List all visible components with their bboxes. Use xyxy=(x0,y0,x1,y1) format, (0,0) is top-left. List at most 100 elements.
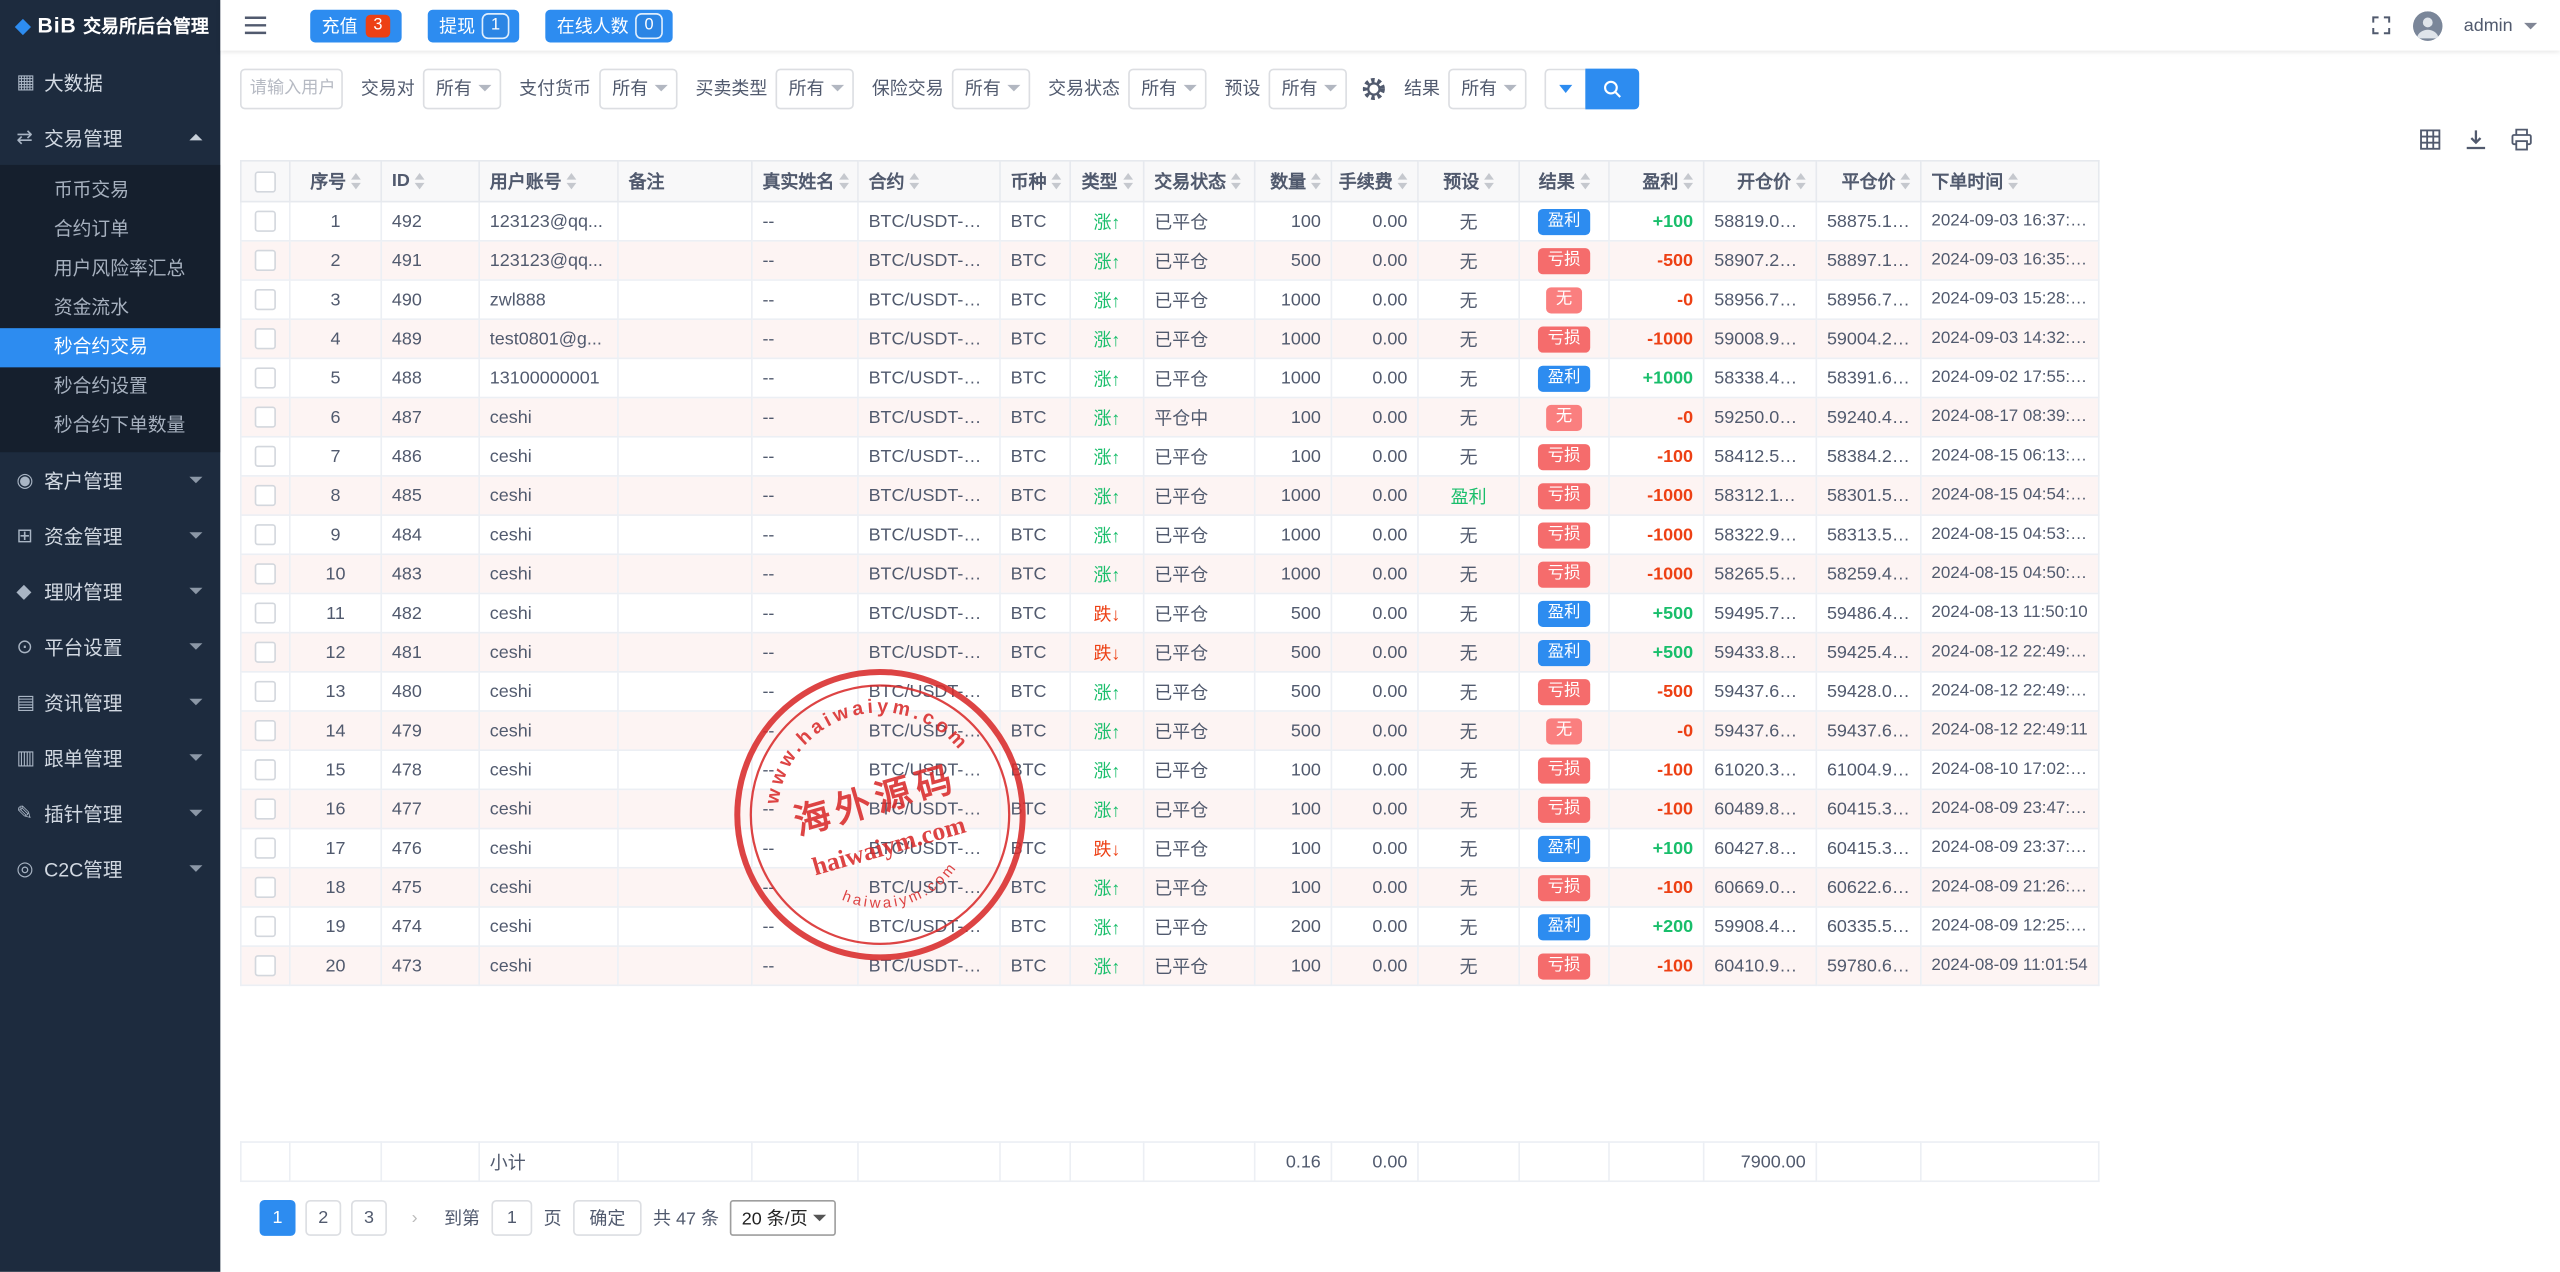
sort-icon[interactable] xyxy=(351,173,361,189)
sidebar-subitem-1[interactable]: 币币交易 xyxy=(0,171,220,210)
sidebar-subitem-4[interactable]: 资金流水 xyxy=(0,289,220,328)
row-checkbox[interactable] xyxy=(255,916,276,937)
profit-value: +500 xyxy=(1653,603,1693,623)
sidebar-item-platform[interactable]: ⊙平台设置 xyxy=(0,619,220,675)
row-checkbox[interactable] xyxy=(255,485,276,506)
sidebar-item-funds[interactable]: ⊞资金管理 xyxy=(0,508,220,564)
row-checkbox[interactable] xyxy=(255,798,276,819)
row-checkbox[interactable] xyxy=(255,407,276,428)
sort-icon[interactable] xyxy=(1311,173,1321,189)
filter-select-preset[interactable]: 所有 xyxy=(1269,68,1347,109)
sort-icon[interactable] xyxy=(567,173,577,189)
user-name[interactable]: admin xyxy=(2464,16,2513,36)
row-checkbox[interactable] xyxy=(255,877,276,898)
row-checkbox[interactable] xyxy=(255,367,276,388)
sidebar-item-customer[interactable]: ◉客户管理 xyxy=(0,452,220,508)
sidebar-subitem-3[interactable]: 用户风险率汇总 xyxy=(0,250,220,289)
select-caret-icon xyxy=(813,1215,826,1222)
row-checkbox[interactable] xyxy=(255,681,276,702)
cell-id: 485 xyxy=(381,476,479,515)
sort-icon[interactable] xyxy=(1231,173,1241,189)
sidebar-subitem-6[interactable]: 秒合约设置 xyxy=(0,367,220,406)
columns-grid-icon[interactable] xyxy=(2418,127,2442,151)
row-checkbox[interactable] xyxy=(255,720,276,741)
next-page-button[interactable]: › xyxy=(397,1200,433,1236)
hamburger-icon[interactable] xyxy=(243,15,267,36)
search-dropdown-button[interactable] xyxy=(1544,68,1585,109)
sidebar-subitem-7[interactable]: 秒合约下单数量 xyxy=(0,407,220,446)
sidebar-item-news[interactable]: ▤资讯管理 xyxy=(0,674,220,730)
cell-real: -- xyxy=(752,554,858,593)
page-size-select[interactable]: 20 条/页 xyxy=(730,1200,835,1236)
select-all-checkbox[interactable] xyxy=(255,171,276,192)
sidebar-item-trade[interactable]: ⇄交易管理 xyxy=(0,109,220,165)
filter-select-result[interactable]: 所有 xyxy=(1448,68,1526,109)
sidebar-subitem-2[interactable]: 合约订单 xyxy=(0,211,220,250)
table-row: 16477ceshi--BTC/USDT-30SBTC涨↑已平仓1000.00无… xyxy=(241,789,2099,828)
user-id-input[interactable] xyxy=(240,68,343,109)
cell-account: ceshi xyxy=(479,398,618,437)
sidebar-item-wealth[interactable]: ◆理财管理 xyxy=(0,563,220,619)
sidebar-item-c2c[interactable]: ◎C2C管理 xyxy=(0,841,220,897)
fullscreen-icon[interactable] xyxy=(2371,15,2392,36)
avatar[interactable] xyxy=(2413,11,2442,40)
user-menu-caret-icon[interactable] xyxy=(2524,22,2537,29)
page-button-2[interactable]: 2 xyxy=(305,1200,341,1236)
sort-icon[interactable] xyxy=(909,173,919,189)
filter-select-pay-currency[interactable]: 所有 xyxy=(599,68,677,109)
sort-icon[interactable] xyxy=(1122,173,1132,189)
online-users-button[interactable]: 在线人数 0 xyxy=(545,9,672,42)
sort-icon[interactable] xyxy=(839,173,849,189)
row-checkbox[interactable] xyxy=(255,759,276,780)
cell-id: 476 xyxy=(381,829,479,868)
row-checkbox[interactable] xyxy=(255,446,276,467)
row-checkbox[interactable] xyxy=(255,838,276,859)
sidebar-item-pin[interactable]: ✎插针管理 xyxy=(0,785,220,841)
column-label: 平仓价 xyxy=(1842,168,1896,194)
filter-select-trade-status[interactable]: 所有 xyxy=(1128,68,1206,109)
cell-cb xyxy=(241,672,290,711)
page-button-1[interactable]: 1 xyxy=(260,1200,296,1236)
sort-icon[interactable] xyxy=(1580,173,1590,189)
sidebar-item-big-data[interactable]: ▦大数据 xyxy=(0,54,220,110)
print-icon[interactable] xyxy=(2509,127,2533,151)
sort-icon[interactable] xyxy=(1051,173,1061,189)
row-checkbox[interactable] xyxy=(255,602,276,623)
filter-label-result: 结果 xyxy=(1404,75,1440,101)
sort-icon[interactable] xyxy=(1484,173,1494,189)
goto-page-input[interactable] xyxy=(491,1200,532,1236)
row-checkbox[interactable] xyxy=(255,563,276,584)
sort-icon[interactable] xyxy=(1398,173,1408,189)
goto-confirm-button[interactable]: 确定 xyxy=(573,1200,642,1236)
filter-select-insurance-trade[interactable]: 所有 xyxy=(952,68,1030,109)
cell-preset: 盈利 xyxy=(1418,476,1519,515)
sort-icon[interactable] xyxy=(1796,173,1806,189)
row-checkbox[interactable] xyxy=(255,524,276,545)
row-checkbox[interactable] xyxy=(255,955,276,976)
sort-icon[interactable] xyxy=(2008,173,2018,189)
search-button[interactable] xyxy=(1585,68,1639,109)
sort-icon[interactable] xyxy=(415,173,425,189)
row-checkbox[interactable] xyxy=(255,289,276,310)
cell-id: 486 xyxy=(381,437,479,476)
export-download-icon[interactable] xyxy=(2464,127,2488,151)
withdraw-button[interactable]: 提现 1 xyxy=(428,9,519,42)
page-button-3[interactable]: 3 xyxy=(351,1200,387,1236)
cell-account: ceshi xyxy=(479,829,618,868)
row-checkbox[interactable] xyxy=(255,328,276,349)
row-checkbox[interactable] xyxy=(255,642,276,663)
cell-account: ceshi xyxy=(479,476,618,515)
sidebar-subitem-5[interactable]: 秒合约交易 xyxy=(0,328,220,367)
sort-icon[interactable] xyxy=(1683,173,1693,189)
cell-contract: BTC/USDT-120S xyxy=(858,398,1000,437)
row-checkbox[interactable] xyxy=(255,250,276,271)
cell-profit: -0 xyxy=(1609,398,1704,437)
row-checkbox[interactable] xyxy=(255,211,276,232)
sidebar-item-follow[interactable]: ▥跟单管理 xyxy=(0,730,220,786)
gear-icon[interactable] xyxy=(1362,76,1386,100)
sort-icon[interactable] xyxy=(1900,173,1910,189)
cell-cb xyxy=(241,280,290,319)
deposit-button[interactable]: 充值 3 xyxy=(310,9,401,42)
filter-select-buy-sell-type[interactable]: 所有 xyxy=(776,68,854,109)
filter-select-pair[interactable]: 所有 xyxy=(423,68,501,109)
